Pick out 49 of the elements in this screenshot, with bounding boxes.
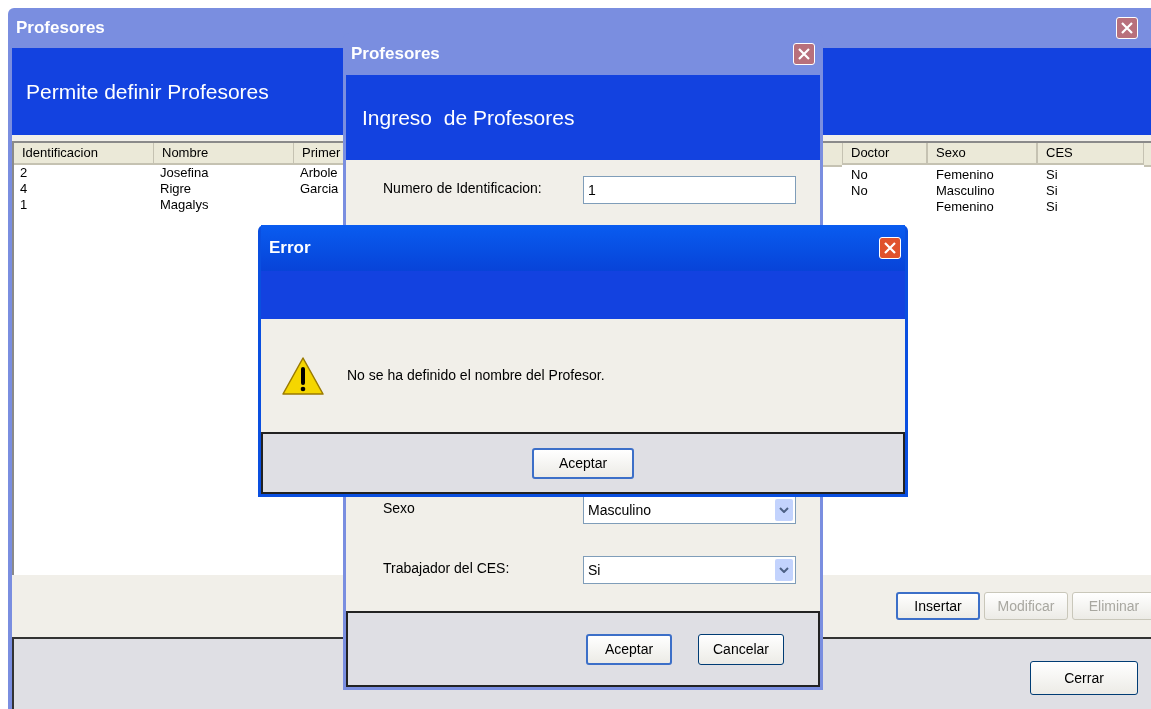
chevron-down-icon [779, 507, 789, 513]
close-button[interactable] [1116, 17, 1138, 39]
column-header[interactable]: Nombre [154, 143, 294, 165]
table-cell: Garcia [300, 181, 339, 196]
table-cell: No [851, 183, 868, 198]
column-header[interactable]: Primer [294, 143, 345, 165]
dropdown-field[interactable]: Si [583, 556, 796, 584]
dialog-title: Error [269, 237, 311, 260]
column-header[interactable]: Doctor [842, 143, 927, 165]
dialog-button[interactable]: Aceptar [532, 447, 634, 479]
column-header[interactable]: Sexo [927, 143, 1037, 165]
column-header[interactable]: CES [1037, 143, 1144, 165]
table-cell: Magalys [160, 197, 209, 212]
close-icon [884, 242, 896, 254]
field-label: Numero de Identificacion: [383, 179, 543, 198]
table-cell: Si [1046, 183, 1058, 198]
table-cell: Josefina [160, 165, 209, 180]
column-header[interactable]: Identificacion [14, 143, 154, 165]
header-title: Ingreso de Profesores [362, 104, 575, 131]
table-cell: Femenino [936, 167, 994, 182]
header-title: Permite definir Profesores [26, 78, 269, 105]
table-cell: Si [1046, 199, 1058, 214]
table-cell: Rigre [160, 181, 192, 196]
table-cell: Masculino [936, 183, 995, 198]
table-cell: Arbole [300, 165, 338, 180]
field-label: Sexo [383, 499, 416, 518]
table-cell: Femenino [936, 199, 994, 214]
dialog-title: Profesores [351, 43, 440, 66]
text-field[interactable]: 1 [583, 176, 796, 204]
close-icon [1121, 22, 1133, 34]
table-cell: 1 [20, 197, 28, 212]
close-icon [798, 48, 810, 60]
close-button[interactable] [793, 43, 815, 65]
table-cell: No [851, 167, 868, 182]
error-message: No se ha definido el nombre del Profesor. [347, 366, 605, 385]
dialog-button[interactable]: Cancelar [698, 633, 784, 665]
window-title: Profesores [16, 17, 105, 40]
dialog-button[interactable]: Insertar [896, 592, 980, 620]
dropdown-button[interactable] [775, 499, 793, 521]
table-cell: 2 [20, 165, 28, 180]
dialog-button[interactable]: Aceptar [586, 633, 672, 665]
table-cell: Si [1046, 167, 1058, 182]
dropdown-field[interactable]: Masculino [583, 496, 796, 524]
table-cell: 4 [20, 181, 28, 196]
close-button[interactable] [879, 237, 901, 259]
chevron-down-icon [779, 567, 789, 573]
field-label: Trabajador del CES: [383, 559, 511, 578]
dropdown-button[interactable] [775, 559, 793, 581]
dialog-button[interactable]: Cerrar [1030, 661, 1138, 695]
